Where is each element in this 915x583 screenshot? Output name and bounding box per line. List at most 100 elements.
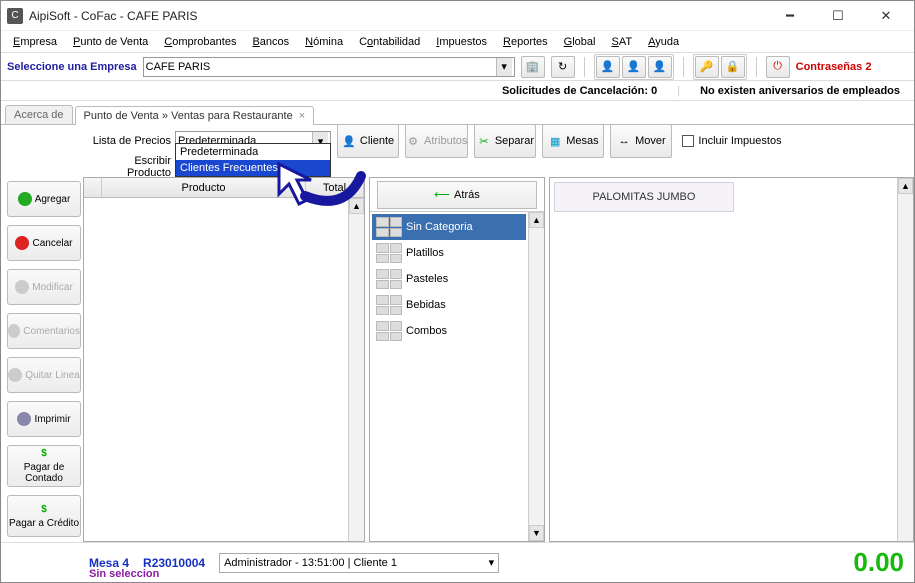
solicitudes: Solicitudes de Cancelación: 0 bbox=[502, 85, 657, 97]
workarea: Lista de Precios Predeterminada ▾ 👤Clien… bbox=[1, 125, 914, 542]
scroll-up-icon[interactable]: ▲ bbox=[529, 212, 544, 228]
category-sin-categoria[interactable]: Sin Categoria bbox=[372, 214, 526, 240]
user-icon-2[interactable]: 👤 bbox=[622, 56, 646, 78]
row-lista-precios: Lista de Precios Predeterminada ▾ 👤Clien… bbox=[1, 125, 914, 157]
plus-icon bbox=[18, 192, 32, 206]
menu-contabilidad[interactable]: Contabilidad bbox=[353, 34, 426, 50]
separar-button[interactable]: ✂Separar bbox=[474, 124, 536, 158]
grid-header: Producto Total bbox=[84, 178, 364, 198]
empresa-combo[interactable]: CAFE PARIS ▾ bbox=[143, 57, 515, 77]
minus-icon bbox=[8, 368, 22, 382]
admin-combo[interactable]: Administrador - 13:51:00 | Cliente 1 ▾ bbox=[219, 553, 499, 573]
minimize-button[interactable]: ━ bbox=[768, 2, 812, 30]
col-producto[interactable]: Producto bbox=[102, 178, 306, 197]
menu-pdv[interactable]: Punto de Venta bbox=[67, 34, 154, 50]
divider bbox=[756, 57, 757, 77]
lock-group: 🔑 🔒 bbox=[693, 54, 747, 80]
split-icon: ✂ bbox=[477, 134, 491, 148]
checkbox-icon[interactable] bbox=[682, 135, 694, 147]
category-icon bbox=[376, 269, 402, 289]
pagar-contado-button[interactable]: $Pagar de Contado bbox=[7, 445, 81, 487]
dropdown-option-predeterminada[interactable]: Predeterminada bbox=[176, 144, 330, 160]
product-tile[interactable]: PALOMITAS JUMBO bbox=[554, 182, 734, 212]
row-escribir-producto: Escribir Producto bbox=[1, 157, 914, 177]
close-icon[interactable]: × bbox=[299, 110, 305, 122]
cliente-button[interactable]: 👤Cliente bbox=[337, 124, 399, 158]
mesas-button[interactable]: ▦Mesas bbox=[542, 124, 604, 158]
main-body: Agregar Cancelar Modificar Comentarios Q… bbox=[1, 177, 914, 542]
category-pasteles[interactable]: Pasteles bbox=[372, 266, 526, 292]
quitar-linea-button[interactable]: Quitar Linea bbox=[7, 357, 81, 393]
aniversarios: No existen aniversarios de empleados bbox=[700, 85, 900, 97]
scrollbar[interactable]: ▲ bbox=[897, 178, 913, 541]
lock-icon[interactable]: 🔒 bbox=[721, 56, 745, 78]
scroll-up-icon[interactable]: ▲ bbox=[349, 198, 364, 214]
dropdown-option-clientes-frecuentes[interactable]: Clientes Frecuentes bbox=[176, 160, 330, 176]
category-bebidas[interactable]: Bebidas bbox=[372, 292, 526, 318]
category-icon bbox=[376, 321, 402, 341]
app-icon: C bbox=[7, 8, 23, 24]
product-panel: PALOMITAS JUMBO ▲ bbox=[549, 177, 914, 542]
dollar-icon: $ bbox=[41, 448, 47, 459]
comentarios-button[interactable]: Comentarios bbox=[7, 313, 81, 349]
key-icon[interactable]: 🔑 bbox=[695, 56, 719, 78]
power-icon[interactable]: ⏻ bbox=[766, 56, 790, 78]
product-grid: Producto Total ▲ bbox=[83, 177, 365, 542]
menu-sat[interactable]: SAT bbox=[605, 34, 638, 50]
menu-bancos[interactable]: Bancos bbox=[246, 34, 295, 50]
category-panel: ⟵ Atrás Sin Categoria Platillos bbox=[369, 177, 545, 542]
total-amount: 0.00 bbox=[853, 547, 904, 578]
toolbar-top: Seleccione una Empresa CAFE PARIS ▾ 🏢 ↻ … bbox=[1, 53, 914, 81]
gear-icon: ⚙ bbox=[406, 134, 420, 148]
maximize-button[interactable]: ☐ bbox=[816, 2, 860, 30]
sidebar-actions: Agregar Cancelar Modificar Comentarios Q… bbox=[1, 177, 83, 542]
scroll-down-icon[interactable]: ▼ bbox=[529, 525, 544, 541]
atributos-button[interactable]: ⚙Atributos bbox=[405, 124, 468, 158]
modificar-button[interactable]: Modificar bbox=[7, 269, 81, 305]
user-icon-3[interactable]: 👤 bbox=[648, 56, 672, 78]
user-icon-1[interactable]: 👤 bbox=[596, 56, 620, 78]
scrollbar[interactable]: ▲ ▼ bbox=[528, 212, 544, 541]
x-icon bbox=[15, 236, 29, 250]
chevron-down-icon[interactable]: ▾ bbox=[496, 58, 512, 76]
agregar-button[interactable]: Agregar bbox=[7, 181, 81, 217]
tab-acerca-de[interactable]: Acerca de bbox=[5, 105, 73, 124]
category-icon bbox=[376, 243, 402, 263]
menu-ayuda[interactable]: Ayuda bbox=[642, 34, 685, 50]
menu-reportes[interactable]: Reportes bbox=[497, 34, 554, 50]
refresh-icon[interactable]: ↻ bbox=[551, 56, 575, 78]
menu-comprobantes[interactable]: Comprobantes bbox=[158, 34, 242, 50]
lista-precios-dropdown[interactable]: Predeterminada Clientes Frecuentes bbox=[175, 143, 331, 177]
chevron-down-icon[interactable]: ▾ bbox=[489, 556, 495, 569]
tab-pdv-restaurante[interactable]: Punto de Venta » Ventas para Restaurante… bbox=[75, 106, 315, 125]
atras-button[interactable]: ⟵ Atrás bbox=[377, 181, 537, 209]
divider bbox=[584, 57, 585, 77]
grid-body[interactable] bbox=[84, 198, 348, 541]
category-combos[interactable]: Combos bbox=[372, 318, 526, 344]
building-icon[interactable]: 🏢 bbox=[521, 56, 545, 78]
user-icon: 👤 bbox=[342, 134, 356, 148]
menu-nomina[interactable]: Nómina bbox=[299, 34, 349, 50]
mover-button[interactable]: ↔Mover bbox=[610, 124, 672, 158]
close-button[interactable]: ✕ bbox=[864, 2, 908, 30]
scroll-up-icon[interactable]: ▲ bbox=[898, 178, 913, 194]
move-icon: ↔ bbox=[617, 134, 631, 148]
scrollbar[interactable]: ▲ bbox=[348, 198, 364, 541]
imprimir-button[interactable]: Imprimir bbox=[7, 401, 81, 437]
seleccion-label: Sin seleccion bbox=[89, 568, 159, 580]
empresa-label: Seleccione una Empresa bbox=[7, 61, 137, 73]
menu-global[interactable]: Global bbox=[558, 34, 602, 50]
cancelar-button[interactable]: Cancelar bbox=[7, 225, 81, 261]
back-arrow-icon: ⟵ bbox=[434, 188, 450, 201]
pencil-icon bbox=[15, 280, 29, 294]
category-platillos[interactable]: Platillos bbox=[372, 240, 526, 266]
grid-corner bbox=[84, 178, 102, 197]
incluir-impuestos-check[interactable]: Incluir Impuestos bbox=[682, 135, 781, 147]
divider: | bbox=[677, 85, 680, 97]
pagar-credito-button[interactable]: $Pagar a Crédito bbox=[7, 495, 81, 537]
menu-empresa[interactable]: Empresa bbox=[7, 34, 63, 50]
col-total[interactable]: Total bbox=[306, 178, 364, 197]
grid-icon: ▦ bbox=[548, 134, 562, 148]
tabstrip: Acerca de Punto de Venta » Ventas para R… bbox=[1, 101, 914, 125]
menu-impuestos[interactable]: Impuestos bbox=[430, 34, 493, 50]
